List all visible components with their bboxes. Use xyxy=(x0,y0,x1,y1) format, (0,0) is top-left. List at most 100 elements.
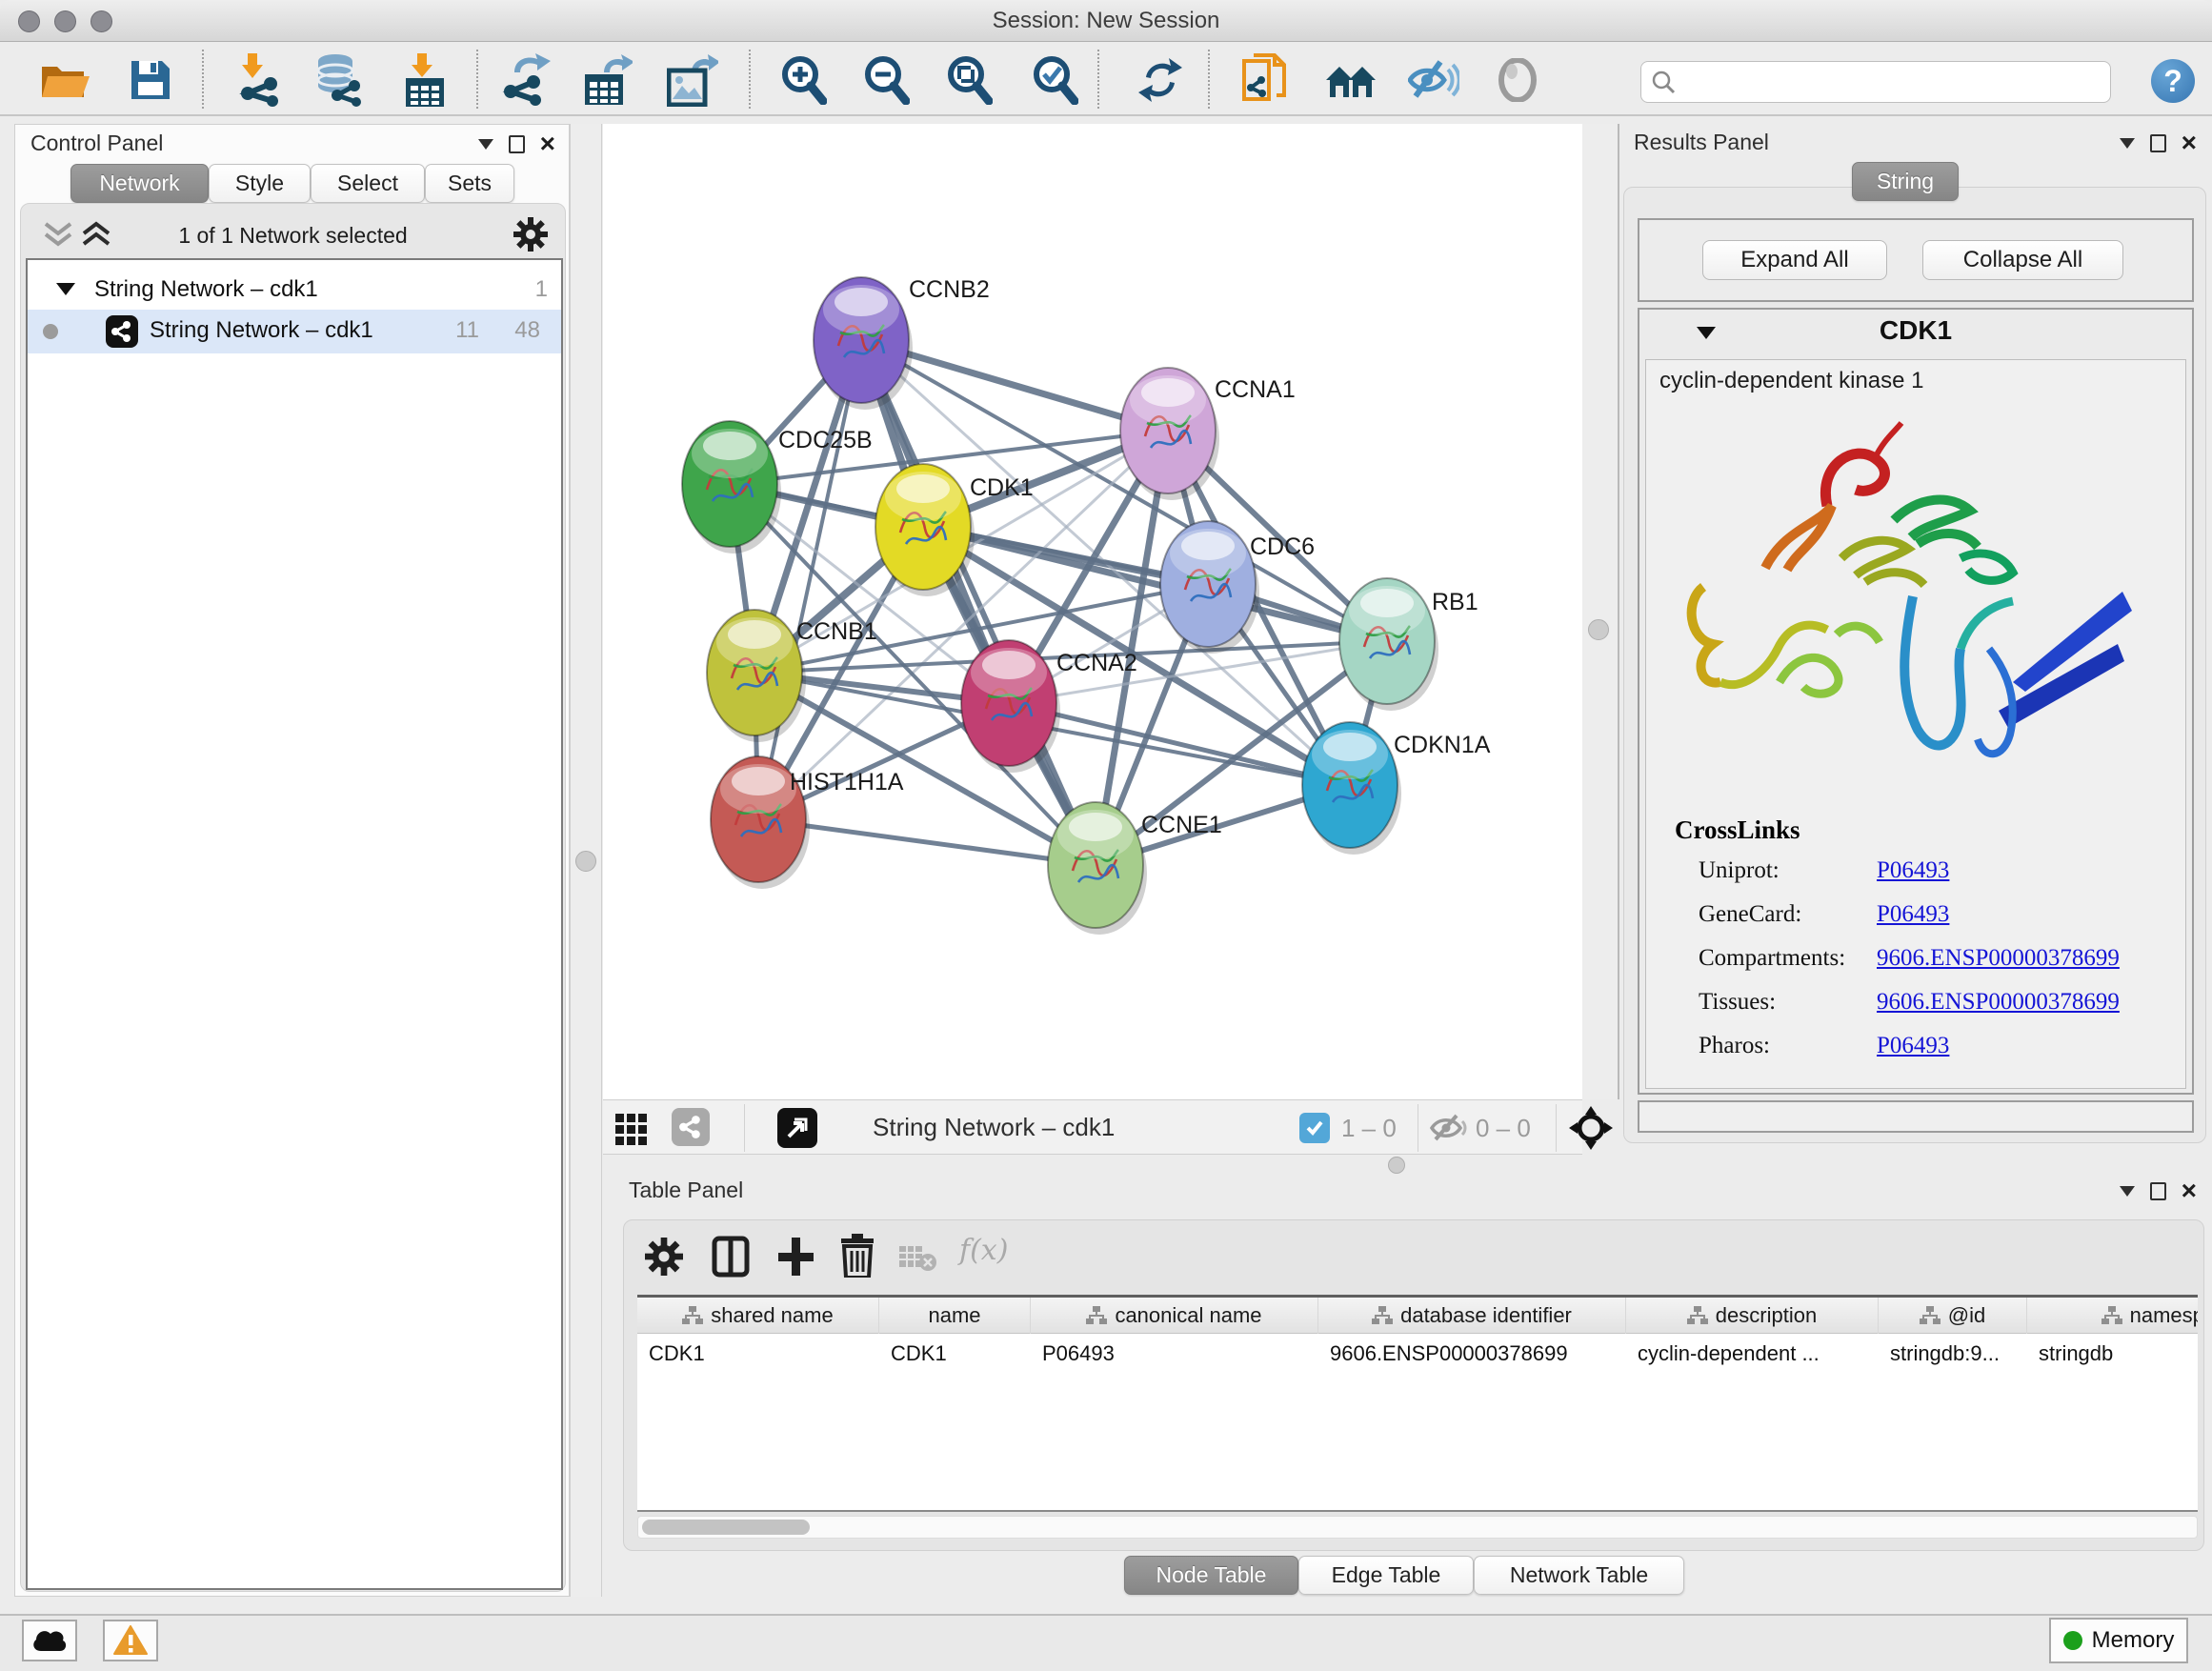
show-columns-icon[interactable] xyxy=(712,1236,750,1278)
column-header-canonical-name[interactable]: canonical name xyxy=(1031,1298,1318,1334)
tab-sets[interactable]: Sets xyxy=(425,164,514,203)
expand-all-button[interactable]: Expand All xyxy=(1702,240,1887,280)
save-session-button[interactable] xyxy=(124,53,177,107)
import-table-button[interactable] xyxy=(398,53,452,107)
column-header-database-identifier[interactable]: database identifier xyxy=(1318,1298,1626,1334)
tab-node-table[interactable]: Node Table xyxy=(1124,1556,1298,1595)
left-splitter[interactable] xyxy=(570,124,602,1597)
tab-edge-table[interactable]: Edge Table xyxy=(1298,1556,1474,1595)
network-edge[interactable] xyxy=(758,340,861,819)
gear-icon[interactable] xyxy=(513,217,548,252)
control-panel-title: Control Panel xyxy=(30,131,163,156)
collapse-all-button[interactable]: Collapse All xyxy=(1922,240,2123,280)
zoom-in-button[interactable] xyxy=(776,53,830,107)
tab-style[interactable]: Style xyxy=(209,164,311,203)
memory-button[interactable]: Memory xyxy=(2049,1618,2188,1663)
table-row-cell[interactable]: stringdb:9... xyxy=(1879,1338,2027,1370)
hide-selected-button[interactable] xyxy=(1407,53,1460,107)
table-horizontal-scrollbar[interactable] xyxy=(637,1516,2198,1539)
network-edge[interactable] xyxy=(923,527,1387,641)
table-row-cell[interactable]: cyclin-dependent ... xyxy=(1626,1338,1879,1370)
memory-status-dot xyxy=(2063,1631,2082,1650)
new-view-button[interactable] xyxy=(777,1108,817,1148)
table-row-cell[interactable]: CDK1 xyxy=(637,1338,879,1370)
export-table-button[interactable] xyxy=(581,53,634,107)
uniprot-link[interactable]: P06493 xyxy=(1877,857,1949,884)
network-node-ccne1[interactable]: CCNE1 xyxy=(1048,802,1222,935)
panel-close-icon[interactable]: × xyxy=(2182,133,2197,152)
network-node-ccnb2[interactable]: CCNB2 xyxy=(814,276,990,410)
network-type-icon[interactable] xyxy=(672,1108,710,1146)
import-network-button[interactable] xyxy=(232,53,286,107)
function-builder-icon-disabled: f(x) xyxy=(959,1234,1008,1267)
column-header-description[interactable]: description xyxy=(1626,1298,1879,1334)
tab-network[interactable]: Network xyxy=(70,164,209,203)
tree-expand-icon[interactable] xyxy=(56,283,75,295)
export-network-button[interactable] xyxy=(499,53,553,107)
crosshair-icon[interactable] xyxy=(1569,1106,1613,1150)
tab-select[interactable]: Select xyxy=(311,164,425,203)
panel-close-icon[interactable]: × xyxy=(2182,1181,2197,1200)
network-collection-row[interactable]: String Network – cdk1 1 xyxy=(28,272,561,310)
delete-column-trash-icon[interactable] xyxy=(839,1234,875,1278)
cdk1-entry: CDK1 cyclin-dependent kinase 1 xyxy=(1638,308,2194,1095)
show-all-button[interactable] xyxy=(1491,53,1544,107)
left-splitter-handle[interactable] xyxy=(575,851,596,872)
network-node-cdkn1a[interactable]: CDKN1A xyxy=(1302,722,1491,855)
zoom-fit-button[interactable] xyxy=(942,53,995,107)
tissues-link[interactable]: 9606.ENSP00000378699 xyxy=(1877,989,2120,1016)
network-canvas[interactable]: CCNB2CCNA1CDC25BCDK1CDC6RB1CCNB1CCNA2CDK… xyxy=(603,124,1582,1099)
right-splitter-handle[interactable] xyxy=(1588,619,1609,640)
table-row-cell[interactable]: stringdb xyxy=(2027,1338,2198,1370)
zoom-selected-button[interactable] xyxy=(1028,53,1081,107)
panel-menu-icon[interactable] xyxy=(2120,1186,2135,1197)
column-header-name[interactable]: name xyxy=(879,1298,1031,1334)
network-graph: CCNB2CCNA1CDC25BCDK1CDC6RB1CCNB1CCNA2CDK… xyxy=(603,124,1582,1099)
table-settings-gear-icon[interactable] xyxy=(645,1238,683,1276)
panel-close-icon[interactable]: × xyxy=(540,134,555,153)
title-bar: Session: New Session xyxy=(0,0,2212,42)
genecard-link[interactable]: P06493 xyxy=(1877,901,1949,928)
birdseye-view-button[interactable] xyxy=(615,1114,647,1145)
export-image-button[interactable] xyxy=(666,53,719,107)
refresh-view-button[interactable] xyxy=(1134,53,1187,107)
network-node-hist1h1a[interactable]: HIST1H1A xyxy=(711,756,904,889)
results-panel: Results Panel × Expand All Collapse All … xyxy=(1619,124,2212,1143)
network-node-ccna2[interactable]: CCNA2 xyxy=(961,640,1137,773)
node-table: shared name name canonical name database… xyxy=(637,1295,2198,1512)
right-splitter[interactable] xyxy=(1582,124,1619,1099)
panel-float-icon[interactable] xyxy=(509,135,525,153)
toolbar-separator xyxy=(1097,50,1099,109)
network-node-ccnb1[interactable]: CCNB1 xyxy=(707,610,877,742)
column-header-namespace[interactable]: namespace xyxy=(2027,1298,2198,1334)
warnings-button[interactable] xyxy=(103,1620,158,1661)
compartments-link[interactable]: 9606.ENSP00000378699 xyxy=(1877,945,2120,972)
open-session-button[interactable] xyxy=(38,53,91,107)
scrollbar-thumb[interactable] xyxy=(642,1520,810,1535)
column-header-id[interactable]: @id xyxy=(1879,1298,2027,1334)
table-row-cell[interactable]: P06493 xyxy=(1031,1338,1318,1370)
selected-nodes-checkbox[interactable] xyxy=(1299,1113,1330,1143)
home-view-button[interactable] xyxy=(1324,53,1377,107)
zoom-out-button[interactable] xyxy=(859,53,913,107)
add-column-icon[interactable] xyxy=(776,1236,814,1278)
table-row-cell[interactable]: 9606.ENSP00000378699 xyxy=(1318,1338,1626,1370)
pharos-link[interactable]: P06493 xyxy=(1877,1033,1949,1059)
clone-network-button[interactable] xyxy=(1238,53,1292,107)
panel-float-icon[interactable] xyxy=(2150,1182,2166,1200)
network-node-rb1[interactable]: RB1 xyxy=(1339,578,1478,711)
network-node-ccna1[interactable]: CCNA1 xyxy=(1120,368,1296,500)
network-row-selected[interactable]: String Network – cdk1 11 48 xyxy=(28,310,561,353)
help-button[interactable]: ? xyxy=(2151,59,2195,103)
panel-float-icon[interactable] xyxy=(2150,134,2166,152)
cloud-status-button[interactable] xyxy=(22,1620,77,1661)
panel-menu-icon[interactable] xyxy=(478,139,493,150)
search-input[interactable] xyxy=(1640,61,2111,103)
tab-network-table[interactable]: Network Table xyxy=(1474,1556,1684,1595)
panel-menu-icon[interactable] xyxy=(2120,138,2135,149)
import-network-from-database-button[interactable] xyxy=(313,53,367,107)
table-row-cell[interactable]: CDK1 xyxy=(879,1338,1031,1370)
column-header-shared-name[interactable]: shared name xyxy=(637,1298,879,1334)
tab-string-results[interactable]: String xyxy=(1852,162,1959,201)
open-folder-icon xyxy=(40,59,90,101)
